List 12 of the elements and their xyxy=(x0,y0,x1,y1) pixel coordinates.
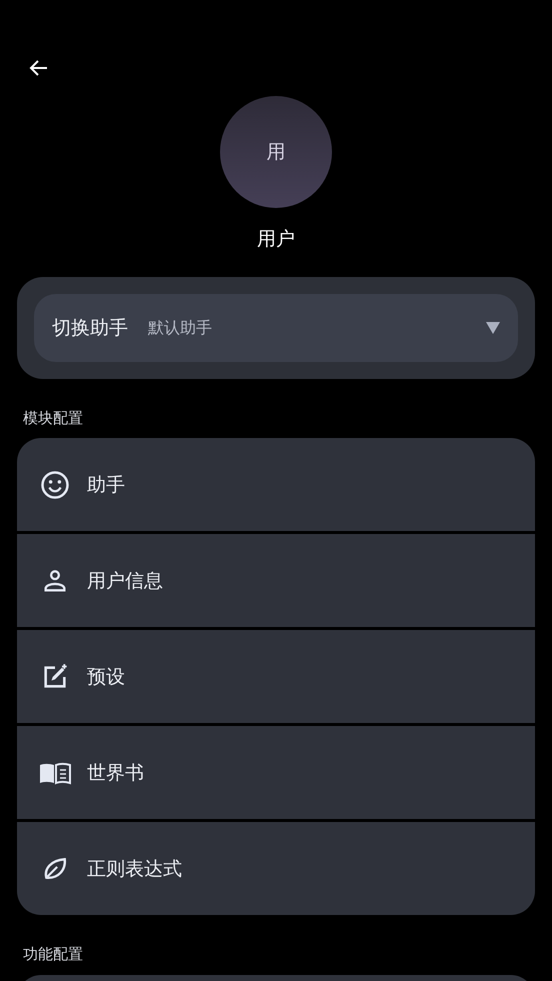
menu-item[interactable]: 用户信息 xyxy=(17,534,535,627)
avatar: 用 xyxy=(220,96,332,208)
smiley-icon xyxy=(39,470,71,500)
section-title: 模块配置 xyxy=(23,408,84,429)
user-name: 用户 xyxy=(256,227,296,252)
dropdown-arrow-icon xyxy=(486,322,500,334)
section-title: 功能配置 xyxy=(23,944,84,965)
menu-item[interactable]: 正则表达式 xyxy=(17,822,535,915)
assistant-dropdown[interactable]: 切换助手 默认助手 xyxy=(34,294,518,362)
menu-item[interactable]: 预设 xyxy=(17,630,535,723)
menu-item[interactable]: 助手 xyxy=(17,438,535,531)
menu-item[interactable]: 世界书 xyxy=(17,726,535,819)
